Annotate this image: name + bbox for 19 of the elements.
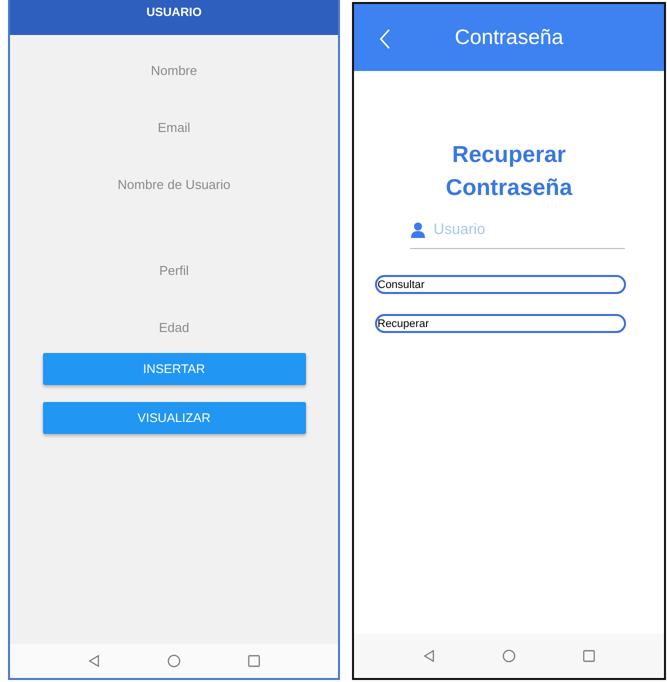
input-field[interactable]: Perfil xyxy=(52,257,296,283)
home-icon[interactable] xyxy=(502,649,516,663)
input-field[interactable]: Nombre xyxy=(52,57,296,83)
user-icon xyxy=(410,222,426,238)
recents-icon[interactable] xyxy=(582,649,596,663)
input-field[interactable]: Nombre de Usuario xyxy=(52,171,296,197)
action-button[interactable]: Consultar xyxy=(374,275,626,294)
input-field[interactable]: Email xyxy=(52,114,296,140)
page-heading: Recuperar Contraseña xyxy=(444,140,574,202)
back-icon[interactable] xyxy=(422,649,436,663)
home-icon[interactable] xyxy=(167,654,181,668)
input-field[interactable]: Edad xyxy=(52,314,296,340)
screen-title: USUARIO xyxy=(146,5,202,19)
screen-title: Contraseña xyxy=(454,26,564,50)
back-icon[interactable] xyxy=(378,28,391,50)
username-field[interactable]: Usuario xyxy=(432,220,616,239)
recents-icon[interactable] xyxy=(247,654,261,668)
action-button[interactable]: Recuperar xyxy=(374,314,626,333)
back-icon[interactable] xyxy=(87,654,101,668)
